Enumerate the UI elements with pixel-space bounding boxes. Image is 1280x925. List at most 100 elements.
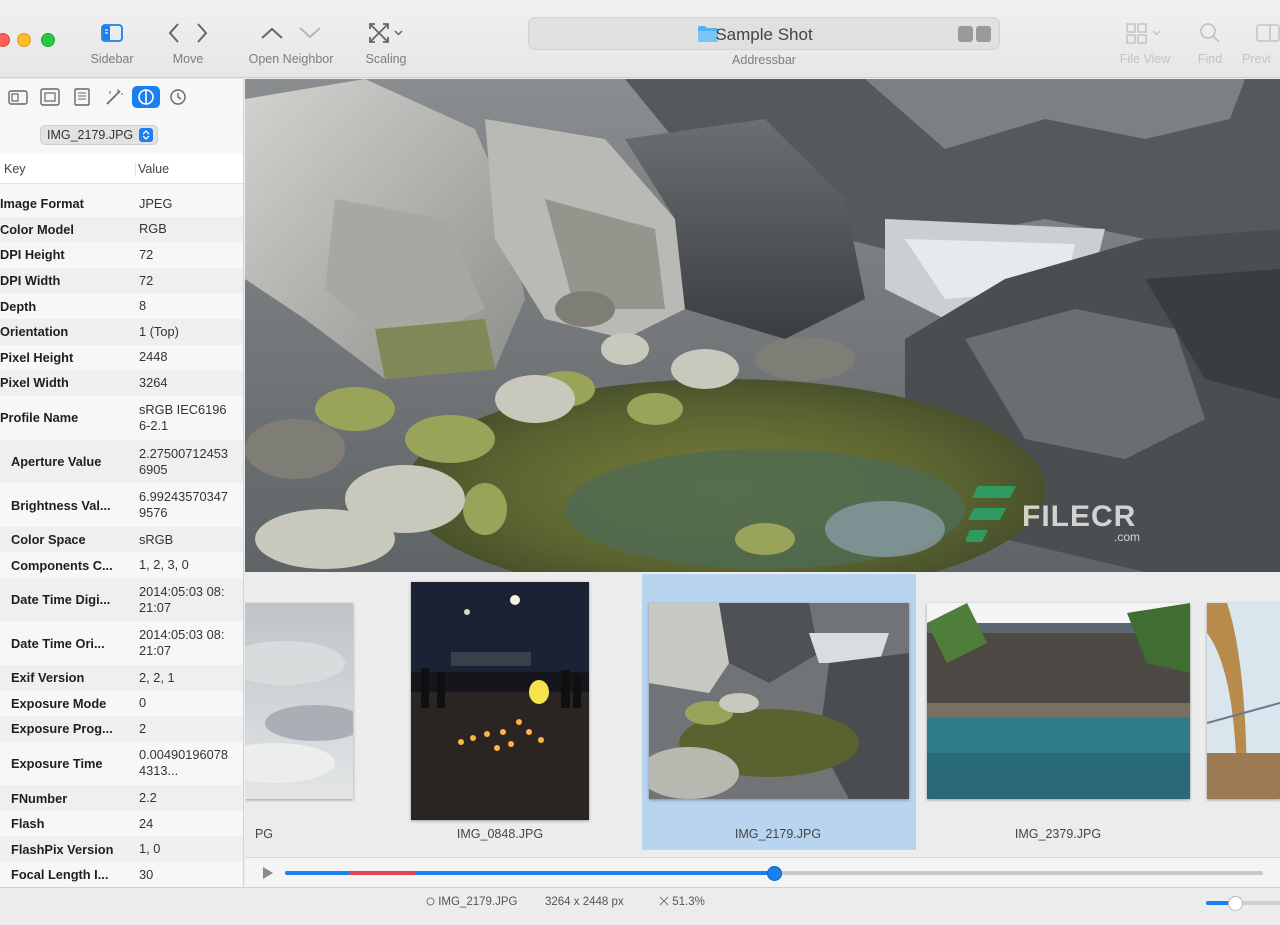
document-icon bbox=[74, 88, 90, 106]
metadata-value: 30 bbox=[139, 866, 154, 882]
tab-file-info[interactable] bbox=[4, 86, 32, 108]
metadata-row[interactable]: Aperture Value 2.275007124536905 bbox=[0, 439, 243, 484]
metadata-value: 6.992435703479576 bbox=[139, 489, 228, 520]
metadata-value: 2014:05:03 08:21:07 bbox=[139, 627, 225, 659]
find-button[interactable]: Find bbox=[1192, 18, 1228, 66]
chevron-left-icon[interactable] bbox=[167, 21, 181, 45]
sidebar-icon bbox=[101, 24, 123, 42]
metadata-row[interactable]: Exposure Mode 0 bbox=[0, 690, 243, 717]
close-window-button[interactable] bbox=[0, 33, 10, 47]
image-info-icon bbox=[40, 88, 60, 106]
tab-exif[interactable] bbox=[132, 86, 160, 108]
metadata-row[interactable]: Profile Name sRGB IEC61966-2.1 bbox=[0, 395, 243, 440]
metadata-value: 3264 bbox=[139, 374, 168, 390]
minimize-window-button[interactable] bbox=[17, 33, 31, 47]
address-info-button[interactable] bbox=[958, 26, 973, 42]
scrubber-track[interactable] bbox=[285, 866, 1263, 881]
metadata-key: Exif Version bbox=[11, 670, 85, 686]
metadata-row[interactable]: Date Time Digi... 2014:05:03 08:21:07 bbox=[0, 577, 243, 622]
metadata-row[interactable]: Orientation 1 (Top) bbox=[0, 318, 243, 345]
metadata-key: Color Space bbox=[11, 532, 86, 548]
thumbnail-sky[interactable] bbox=[245, 603, 353, 799]
metadata-value: 2.2 bbox=[139, 790, 157, 806]
history-icon bbox=[170, 89, 186, 105]
metadata-row[interactable]: Focal Length I... 30 bbox=[0, 862, 243, 887]
thumbnail-bridge[interactable] bbox=[1207, 603, 1280, 799]
metadata-row[interactable]: Pixel Height 2448 bbox=[0, 344, 243, 371]
play-icon[interactable] bbox=[262, 866, 274, 880]
tab-image-info[interactable] bbox=[36, 86, 64, 108]
metadata-row[interactable]: DPI Height 72 bbox=[0, 242, 243, 268]
metadata-value: RGB bbox=[139, 221, 167, 237]
addressbar-label: Addressbar bbox=[732, 53, 796, 67]
metadata-row[interactable]: Components C... 1, 2, 3, 0 bbox=[0, 552, 243, 578]
preview-icon bbox=[1256, 24, 1280, 42]
metadata-row[interactable]: Exposure Time 0.004901960784313... bbox=[0, 741, 243, 786]
metadata-key: Pixel Width bbox=[0, 375, 69, 391]
preview-button[interactable]: Previ bbox=[1240, 18, 1280, 66]
metadata-row[interactable]: Color Model RGB bbox=[0, 216, 243, 243]
column-key-header[interactable]: Key bbox=[4, 162, 26, 176]
metadata-row[interactable]: Brightness Val... 6.992435703479576 bbox=[0, 483, 243, 527]
metadata-value: 1, 0 bbox=[139, 841, 161, 857]
chevron-up-icon[interactable] bbox=[260, 26, 284, 40]
main-image-view[interactable]: FILECR .com bbox=[245, 79, 1280, 572]
metadata-row[interactable]: Pixel Width 3264 bbox=[0, 370, 243, 396]
thumbnail-img-2379[interactable] bbox=[927, 603, 1190, 799]
search-icon bbox=[1200, 23, 1220, 43]
filecr-watermark: FILECR .com bbox=[964, 482, 1140, 551]
metadata-key: Flash bbox=[11, 816, 45, 832]
zoom-slider-handle[interactable] bbox=[1228, 896, 1243, 911]
filmstrip: PG IMG_0848.JPG IMG_2179.JPG IMG_2379.JP… bbox=[245, 572, 1280, 857]
file-view-button[interactable]: File View bbox=[1114, 18, 1176, 66]
metadata-key: Brightness Val... bbox=[11, 497, 111, 513]
metadata-value: 72 bbox=[139, 246, 154, 262]
address-bar[interactable]: Sample Shot bbox=[528, 17, 1000, 50]
tab-document[interactable] bbox=[68, 86, 96, 108]
metadata-row[interactable]: Flash 24 bbox=[0, 810, 243, 837]
metadata-value: 2 bbox=[139, 720, 147, 736]
thumbnail-img-0848[interactable] bbox=[411, 582, 589, 820]
metadata-table: Image Format JPEG Color Model RGB DPI Height… bbox=[0, 191, 243, 887]
address-count-button[interactable] bbox=[976, 26, 991, 42]
zoom-fit-icon bbox=[659, 896, 669, 906]
tab-history[interactable] bbox=[164, 86, 192, 108]
metadata-row[interactable]: Date Time Ori... 2014:05:03 08:21:07 bbox=[0, 621, 243, 665]
metadata-row[interactable]: FlashPix Version 1, 0 bbox=[0, 836, 243, 862]
file-select-dropdown[interactable]: IMG_2179.JPG bbox=[40, 125, 159, 145]
updown-chevron-icon bbox=[139, 128, 154, 142]
open-neighbor-control: Open Neighbor bbox=[238, 18, 344, 66]
find-label: Find bbox=[1197, 52, 1223, 66]
rocky-pool-thumb bbox=[649, 603, 909, 799]
metadata-value: 0 bbox=[139, 695, 147, 711]
metadata-key: Orientation bbox=[0, 324, 69, 340]
zoom-window-button[interactable] bbox=[41, 33, 55, 47]
metadata-key: FlashPix Version bbox=[11, 841, 114, 857]
chevron-down-icon[interactable] bbox=[298, 26, 322, 40]
metadata-value: 2448 bbox=[139, 349, 168, 365]
metadata-row[interactable]: Color Space sRGB bbox=[0, 526, 243, 553]
metadata-row[interactable]: Image Format JPEG bbox=[0, 191, 243, 217]
metadata-row[interactable]: Exposure Prog... 2 bbox=[0, 716, 243, 742]
thumbnail-caption: IMG_2179.JPG bbox=[734, 827, 822, 841]
metadata-row[interactable]: Exif Version 2, 2, 1 bbox=[0, 664, 243, 691]
zoom-slider[interactable] bbox=[1206, 896, 1280, 911]
metadata-key: Components C... bbox=[11, 557, 113, 573]
scaling-button[interactable]: Scaling bbox=[358, 18, 414, 66]
metadata-row[interactable]: DPI Width 72 bbox=[0, 267, 243, 294]
scrubber-handle[interactable] bbox=[767, 866, 782, 881]
chevron-right-icon[interactable] bbox=[195, 21, 209, 45]
filecr-logo-icon bbox=[964, 486, 1016, 542]
sidebar-button[interactable]: Sidebar bbox=[84, 18, 140, 66]
metadata-row[interactable]: Depth 8 bbox=[0, 293, 243, 319]
metadata-row[interactable]: FNumber 2.2 bbox=[0, 785, 243, 811]
move-label: Move bbox=[172, 52, 204, 66]
selected-file-name: IMG_2179.JPG bbox=[47, 128, 134, 142]
status-file: IMG_2179.JPG bbox=[426, 896, 517, 908]
thumbnail-img-2179[interactable] bbox=[649, 603, 909, 799]
column-value-header[interactable]: Value bbox=[135, 162, 169, 176]
tab-adjust[interactable] bbox=[100, 86, 128, 108]
metadata-key: FNumber bbox=[11, 790, 68, 806]
metadata-key: Date Time Ori... bbox=[11, 635, 105, 651]
status-bar: IMG_2179.JPG 3264 x 2448 px 51.3% bbox=[0, 887, 1280, 925]
